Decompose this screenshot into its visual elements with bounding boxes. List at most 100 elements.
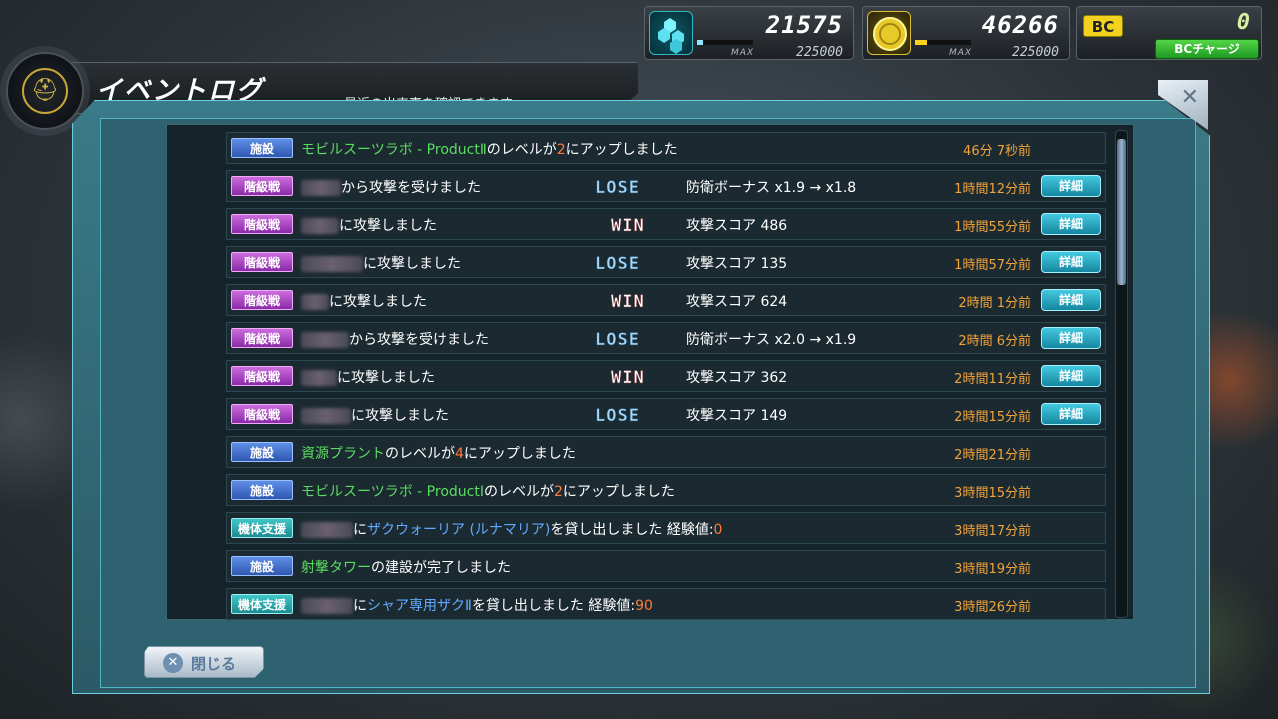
event-text: に攻撃しました: [363, 256, 461, 272]
event-subject: モビルスーツラボ - ProductⅠ: [301, 484, 484, 500]
event-text: のレベルが: [483, 484, 554, 500]
event-time: 2時間11分前: [954, 372, 1031, 387]
lose-badge: LOSE: [595, 406, 640, 427]
category-badge: 階級戦: [231, 366, 293, 386]
win-badge: WIN: [611, 216, 645, 237]
player-name-redacted: [301, 370, 337, 386]
category-badge: 機体支援: [231, 594, 293, 614]
emblem: ⛑: [6, 52, 84, 130]
event-time: 3時間19分前: [954, 562, 1031, 577]
close-button[interactable]: ✕ 閉じる: [144, 646, 264, 678]
coin-value: 46266: [981, 11, 1059, 39]
bc-charge-button[interactable]: BCチャージ: [1155, 39, 1259, 59]
table-row: 施設 モビルスーツラボ - ProductⅡのレベルが2にアップしました 46分 7…: [226, 132, 1106, 164]
event-time: 3時間26分前: [954, 600, 1031, 615]
event-subject: 射撃タワー: [301, 560, 371, 576]
parts-max-value: 225000: [796, 45, 843, 60]
bc-badge: BC: [1083, 15, 1123, 37]
event-text: に: [353, 598, 367, 614]
category-badge: 施設: [231, 480, 293, 500]
detail-button[interactable]: 詳細: [1041, 365, 1101, 387]
level-number: 4: [455, 446, 464, 462]
table-row: 階級戦 に攻撃しました LOSE 攻撃スコア 149 2時間15分前 詳細: [226, 398, 1106, 430]
detail-button[interactable]: 詳細: [1041, 403, 1101, 425]
category-badge: 施設: [231, 556, 293, 576]
event-text: の建設が完了しました: [371, 560, 511, 576]
unit-name: シャア専用ザクⅡ: [367, 598, 472, 614]
detail-button[interactable]: 詳細: [1041, 251, 1101, 273]
close-button-label: 閉じる: [191, 655, 237, 673]
lose-badge: LOSE: [595, 254, 640, 275]
event-subject: モビルスーツラボ - ProductⅡ: [301, 142, 487, 158]
exp-value: 90: [635, 598, 653, 614]
event-message: にシャア専用ザクⅡを貸し出しました 経験値:90: [301, 595, 653, 615]
event-message: に攻撃しました: [301, 253, 461, 273]
player-name-redacted: [301, 218, 339, 234]
detail-button[interactable]: 詳細: [1041, 289, 1101, 311]
category-badge: 階級戦: [231, 176, 293, 196]
event-message: に攻撃しました: [301, 291, 427, 311]
table-row: 階級戦 に攻撃しました LOSE 攻撃スコア 135 1時間57分前 詳細: [226, 246, 1106, 278]
event-message: モビルスーツラボ - ProductⅠのレベルが2にアップしました: [301, 481, 675, 501]
parts-max-label: MAX: [731, 48, 755, 58]
coin-resource: 46266 MAX 225000: [862, 6, 1070, 60]
event-text: を貸し出しました 経験値:: [550, 522, 714, 538]
category-badge: 階級戦: [231, 290, 293, 310]
event-time: 46分 7秒前: [963, 144, 1031, 159]
table-row: 施設 モビルスーツラボ - ProductⅠのレベルが2にアップしました 3時間15…: [226, 474, 1106, 506]
win-badge: WIN: [611, 292, 645, 313]
hex-parts-icon: [649, 11, 693, 55]
event-text: にアップしました: [562, 484, 675, 500]
event-text: から攻撃を受けました: [349, 332, 489, 348]
player-name-redacted: [301, 180, 341, 196]
bc-value: 0: [1236, 10, 1251, 35]
parts-value: 21575: [765, 11, 843, 39]
detail-button[interactable]: 詳細: [1041, 213, 1101, 235]
detail-button[interactable]: 詳細: [1041, 175, 1101, 197]
category-badge: 階級戦: [231, 214, 293, 234]
close-icon: ✕: [163, 653, 183, 673]
coin-bar: [915, 40, 971, 45]
exp-value: 0: [713, 522, 723, 538]
level-number: 2: [553, 484, 563, 500]
helmet-icon: ⛑: [22, 68, 68, 114]
event-text: にアップしました: [565, 142, 678, 158]
table-row: 階級戦 から攻撃を受けました LOSE 防衛ボーナス x1.9 → x1.8 1時間12…: [226, 170, 1106, 202]
table-row: 階級戦 に攻撃しました WIN 攻撃スコア 362 2時間11分前 詳細: [226, 360, 1106, 392]
battle-score: 攻撃スコア 624: [686, 294, 788, 310]
player-name-redacted: [301, 598, 353, 614]
table-row: 機体支援 にシャア専用ザクⅡを貸し出しました 経験値:90 3時間26分前: [226, 588, 1106, 620]
battle-score: 防衛ボーナス x2.0 → x1.9: [686, 332, 857, 348]
event-time: 1時間12分前: [954, 182, 1031, 197]
event-message: モビルスーツラボ - ProductⅡのレベルが2にアップしました: [301, 139, 678, 159]
unit-name: ザクウォーリア (ルナマリア): [367, 522, 551, 538]
player-name-redacted: [301, 332, 349, 348]
player-name-redacted: [301, 256, 363, 272]
table-row: 階級戦 に攻撃しました WIN 攻撃スコア 486 1時間55分前 詳細: [226, 208, 1106, 240]
level-number: 2: [556, 142, 566, 158]
event-message: から攻撃を受けました: [301, 177, 481, 197]
event-message: にザクウォーリア (ルナマリア)を貸し出しました 経験値:0: [301, 519, 722, 539]
scrollbar-thumb[interactable]: [1117, 139, 1126, 285]
battle-score: 攻撃スコア 135: [686, 256, 788, 272]
event-time: 3時間15分前: [954, 486, 1031, 501]
detail-button[interactable]: 詳細: [1041, 327, 1101, 349]
event-time: 2時間 1分前: [958, 296, 1031, 311]
event-time: 3時間17分前: [954, 524, 1031, 539]
event-time: 2時間 6分前: [958, 334, 1031, 349]
event-text: から攻撃を受けました: [341, 180, 481, 196]
scrollbar[interactable]: [1115, 130, 1128, 618]
event-text: のレベルが: [486, 142, 557, 158]
table-row: 階級戦 から攻撃を受けました LOSE 防衛ボーナス x2.0 → x1.9 2時間 6…: [226, 322, 1106, 354]
player-name-redacted: [301, 408, 351, 424]
category-badge: 施設: [231, 138, 293, 158]
category-badge: 階級戦: [231, 252, 293, 272]
event-text: にアップしました: [463, 446, 576, 462]
battle-score: 攻撃スコア 486: [686, 218, 788, 234]
lose-badge: LOSE: [595, 330, 640, 351]
event-message: 資源プラントのレベルが4にアップしました: [301, 443, 576, 463]
coin-max-label: MAX: [949, 48, 973, 58]
category-badge: 階級戦: [231, 404, 293, 424]
win-badge: WIN: [611, 368, 645, 389]
event-message: 射撃タワーの建設が完了しました: [301, 557, 511, 577]
